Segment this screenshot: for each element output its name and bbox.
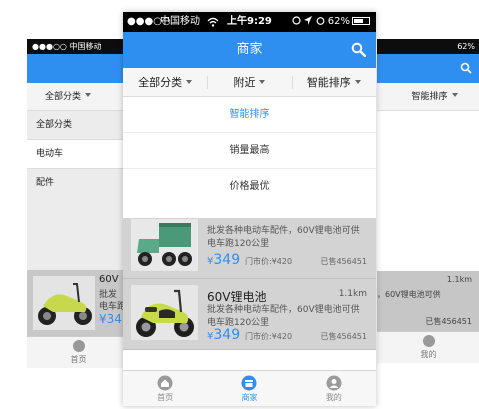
chevron-down-icon bbox=[85, 93, 92, 97]
price-value: 349 bbox=[213, 252, 241, 268]
left-filter-bar[interactable]: 全部分类 bbox=[27, 83, 130, 111]
shop-icon bbox=[241, 375, 257, 391]
left-listing-card[interactable]: 60V 批发 电车跑 ¥34 bbox=[27, 270, 130, 336]
left-header bbox=[27, 54, 130, 83]
main-phone-screen: ●●●○○ 中国移动 上午9:29 62% 商家 全部分类 附近 智能排序 智能… bbox=[123, 12, 376, 406]
left-status-bar: ●●●○○ 中国移动 bbox=[27, 39, 130, 54]
location-arrow-icon bbox=[304, 16, 313, 25]
search-icon[interactable] bbox=[460, 62, 472, 74]
filter-bar: 全部分类 附近 智能排序 bbox=[123, 68, 376, 97]
chevron-down-icon bbox=[451, 93, 458, 97]
search-icon[interactable] bbox=[351, 42, 366, 57]
left-phone-preview: ●●●○○ 中国移动 全部分类 全部分类 电动车 配件 60V 批发 电车跑 ¥… bbox=[27, 39, 130, 369]
listing-card[interactable]: 60V锂电池 1.1km 批发各种电动车配件，60V锂电池可供电车跑120公里 … bbox=[123, 279, 376, 350]
right-tab-bar[interactable]: 我的 bbox=[377, 331, 479, 363]
bottom-tab-bar: 首页 商家 我的 bbox=[123, 370, 376, 406]
filter-nearby-label[interactable]: 附近 bbox=[233, 76, 255, 89]
left-tab-bar[interactable]: 首页 bbox=[27, 336, 130, 368]
left-category-menu: 全部分类 电动车 配件 bbox=[27, 111, 130, 270]
left-menu-item[interactable]: 配件 bbox=[27, 169, 130, 198]
tab-profile[interactable]: 我的 bbox=[292, 371, 376, 406]
tab-home[interactable]: 首页 bbox=[123, 371, 207, 406]
status-bar: ●●●○○ 中国移动 上午9:29 62% bbox=[123, 12, 376, 32]
profile-icon bbox=[326, 375, 342, 391]
right-filter-label[interactable]: 智能排序 bbox=[411, 92, 447, 102]
home-icon bbox=[72, 340, 85, 352]
price-value: 349 bbox=[213, 327, 241, 343]
left-menu-item[interactable]: 电动车 bbox=[27, 140, 130, 169]
dropdown-spacer bbox=[123, 205, 376, 218]
listing-card[interactable]: 批发各种电动车配件，60V锂电池可供电车跑120公里 ¥349 门市价:¥420… bbox=[123, 218, 376, 279]
right-phone-preview: 62% 智能排序 1.1km ，60V锂电池可供 已售456451 我的 bbox=[377, 39, 479, 369]
profile-icon bbox=[422, 335, 435, 347]
tab-home-label[interactable]: 首页 bbox=[157, 393, 173, 402]
tricycle-thumbnail-icon bbox=[131, 219, 198, 271]
battery-label: 62% bbox=[327, 16, 350, 27]
status-right: 62% bbox=[292, 12, 370, 32]
chevron-down-icon bbox=[186, 80, 193, 84]
right-card-distance: 1.1km bbox=[446, 275, 472, 284]
left-carrier: 中国移动 bbox=[69, 42, 102, 51]
filter-sort[interactable]: 智能排序 bbox=[291, 68, 376, 96]
right-battery-label: 62% bbox=[457, 42, 475, 51]
chevron-down-icon bbox=[259, 80, 266, 84]
right-card-sold: 已售456451 bbox=[425, 317, 472, 326]
tab-profile-label[interactable]: 我的 bbox=[326, 393, 342, 402]
filter-category-label[interactable]: 全部分类 bbox=[138, 76, 182, 89]
right-header bbox=[377, 54, 479, 83]
listing-sold-count: 已售456451 bbox=[320, 332, 367, 341]
left-filter-label[interactable]: 全部分类 bbox=[27, 92, 81, 102]
listing-market-price: 门市价:¥420 bbox=[245, 332, 293, 341]
right-tab-label[interactable]: 我的 bbox=[421, 350, 437, 359]
right-filter-bar[interactable]: 智能排序 bbox=[377, 83, 479, 111]
wifi-icon bbox=[207, 17, 219, 27]
alarm-icon bbox=[316, 17, 324, 25]
listing-market-price: 门市价:¥420 bbox=[245, 257, 293, 266]
left-tab-label[interactable]: 首页 bbox=[71, 355, 87, 364]
right-card-desc: ，60V锂电池可供 bbox=[377, 290, 441, 299]
left-card-price: ¥34 bbox=[99, 312, 122, 326]
filter-sort-label[interactable]: 智能排序 bbox=[307, 76, 351, 89]
app-header: 商家 bbox=[123, 32, 376, 68]
page-title: 商家 bbox=[236, 42, 263, 57]
filter-category[interactable]: 全部分类 bbox=[123, 68, 207, 96]
listing-description: 批发各种电动车配件，60V锂电池可供电车跑120公里 bbox=[207, 226, 360, 249]
listing-price: ¥349 bbox=[207, 327, 240, 343]
left-menu-item[interactable]: 全部分类 bbox=[27, 111, 130, 140]
left-signal-icon: ●●●○○ bbox=[32, 42, 67, 51]
listing-list: 批发各种电动车配件，60V锂电池可供电车跑120公里 ¥349 门市价:¥420… bbox=[123, 218, 376, 350]
rotation-lock-icon bbox=[292, 16, 301, 25]
sort-option-sales[interactable]: 销量最高 bbox=[123, 133, 376, 169]
scooter-thumbnail-icon bbox=[131, 285, 198, 340]
sort-dropdown: 智能排序 销量最高 价格最优 bbox=[123, 97, 376, 218]
clock: 上午9:29 bbox=[227, 16, 272, 27]
sort-option-smart[interactable]: 智能排序 bbox=[123, 97, 376, 133]
home-icon bbox=[157, 375, 173, 391]
right-status-bar: 62% bbox=[377, 39, 479, 54]
listing-price: ¥349 bbox=[207, 252, 240, 268]
right-list-body bbox=[377, 111, 479, 271]
listing-distance: 1.1km bbox=[338, 289, 367, 299]
scooter-thumbnail-icon bbox=[33, 276, 95, 330]
listing-sold-count: 已售456451 bbox=[320, 257, 367, 266]
tab-shop-label[interactable]: 商家 bbox=[241, 393, 257, 402]
tab-shop[interactable]: 商家 bbox=[207, 371, 291, 406]
filter-nearby[interactable]: 附近 bbox=[207, 68, 291, 96]
left-card-desc-2: 电车跑 bbox=[99, 302, 127, 312]
chevron-down-icon bbox=[354, 80, 361, 84]
left-card-name: 60V bbox=[99, 274, 119, 285]
listing-name: 60V锂电池 bbox=[207, 290, 267, 304]
sort-option-price[interactable]: 价格最优 bbox=[123, 169, 376, 205]
battery-icon bbox=[352, 17, 370, 25]
carrier-label: 中国移动 bbox=[160, 16, 200, 27]
right-listing-card[interactable]: 1.1km ，60V锂电池可供 已售456451 bbox=[377, 271, 479, 331]
